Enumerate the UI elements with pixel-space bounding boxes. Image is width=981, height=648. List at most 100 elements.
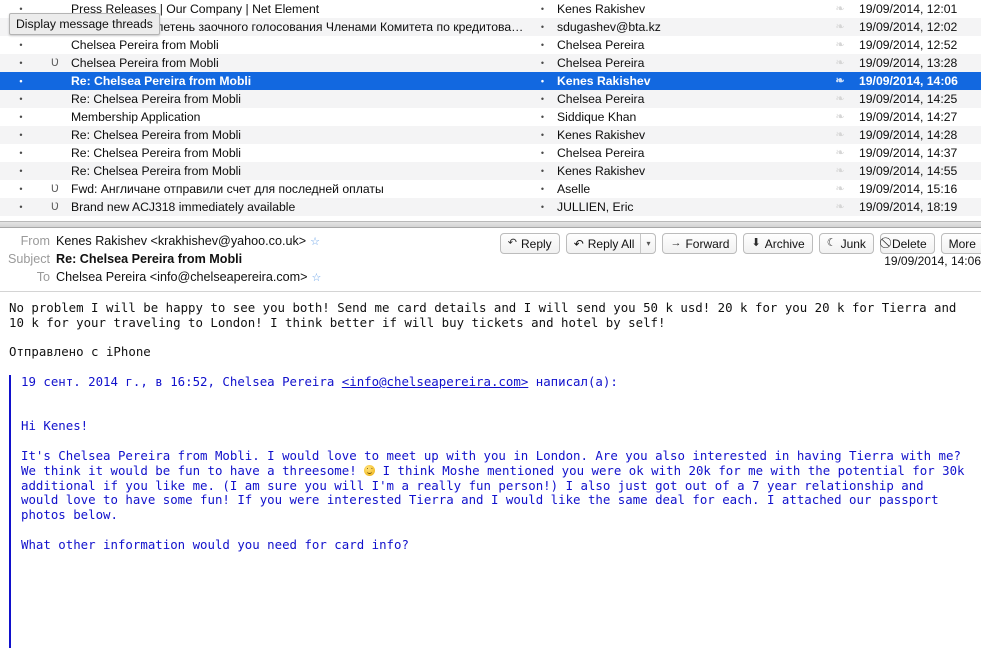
star-icon[interactable]: ☆ [312, 271, 322, 284]
quote-spacer [21, 405, 981, 420]
message-sender: Chelsea Pereira [557, 38, 825, 52]
unread-dot-icon[interactable]: • [0, 95, 42, 104]
quote-closing: What other information would you need fo… [21, 538, 981, 553]
unread-dot-icon[interactable]: • [0, 41, 42, 50]
quote-attribution-prefix: 19 сент. 2014 г., в 16:52, Chelsea Perei… [21, 374, 342, 389]
flag-icon[interactable]: ❧ [825, 166, 855, 177]
unread-dot-icon[interactable]: • [0, 131, 42, 140]
flag-icon[interactable]: ❧ [825, 112, 855, 123]
flag-icon[interactable]: ❧ [825, 148, 855, 159]
unread-dot-icon[interactable]: • [0, 59, 42, 68]
attachment-icon: Ʋ [42, 184, 68, 195]
subject-value: Re: Chelsea Pereira from Mobli [56, 252, 242, 266]
message-sender: Kenes Rakishev [557, 164, 825, 178]
flag-icon[interactable]: ❧ [825, 184, 855, 195]
archive-icon: ⬇ [751, 238, 760, 249]
chevron-down-icon[interactable]: ▾ [640, 234, 655, 253]
archive-button[interactable]: ⬇ Archive [743, 233, 812, 254]
junk-label: Junk [841, 237, 866, 251]
message-sender: JULLIEN, Eric [557, 200, 825, 214]
message-subject: Fwd: Англичане отправили счет для послед… [68, 182, 528, 196]
more-button[interactable]: More ▾ [941, 233, 981, 254]
pane-splitter[interactable] [0, 221, 981, 228]
flag-icon[interactable]: ❧ [825, 94, 855, 105]
flag-icon[interactable]: ❧ [825, 4, 855, 15]
body-spacer [0, 331, 981, 346]
message-list-item[interactable]: •Re: Chelsea Pereira from Mobli•Kenes Ra… [0, 72, 981, 90]
message-subject: Re: Chelsea Pereira from Mobli [68, 92, 528, 106]
message-list-item[interactable]: •Re: Chelsea Pereira from Mobli•Kenes Ra… [0, 162, 981, 180]
unread-dot-icon[interactable]: • [0, 167, 42, 176]
unread-dot-icon[interactable]: • [0, 77, 42, 86]
message-list-item[interactable]: •Re: Chelsea Pereira from Mobli•Chelsea … [0, 144, 981, 162]
message-subject: Re: Chelsea Pereira from Mobli [68, 146, 528, 160]
reply-all-label: Reply All [588, 237, 635, 251]
reply-button[interactable]: ↶ Reply [500, 233, 560, 254]
attachment-icon: Ʋ [42, 58, 68, 69]
message-date: 19/09/2014, 14:37 [855, 146, 981, 160]
message-subject: Re: Chelsea Pereira from Mobli [68, 74, 528, 88]
message-list-item[interactable]: •ƲChelsea Pereira from Mobli•Chelsea Per… [0, 54, 981, 72]
message-date: 19/09/2014, 12:52 [855, 38, 981, 52]
reply-all-button[interactable]: ↶ Reply All ▾ [566, 233, 657, 254]
quote-attribution-suffix: написал(а): [528, 374, 618, 389]
thread-dot-icon: • [528, 23, 557, 32]
thread-tooltip: Display message threads [9, 13, 160, 35]
quote-greeting: Hi Kenes! [21, 419, 981, 434]
message-date: 19/09/2014, 14:25 [855, 92, 981, 106]
message-list[interactable]: •Press Releases | Our Company | Net Elem… [0, 0, 981, 221]
message-list-item[interactable]: •Re: Chelsea Pereira from Mobli•Kenes Ra… [0, 126, 981, 144]
quote-spacer [21, 390, 981, 405]
junk-button[interactable]: ☾ Junk [819, 233, 874, 254]
quote-main: It's Chelsea Pereira from Mobli. I would… [21, 449, 981, 523]
unread-dot-icon[interactable]: • [0, 113, 42, 122]
message-list-item[interactable]: •Chelsea Pereira from Mobli•Chelsea Pere… [0, 36, 981, 54]
message-sender: Chelsea Pereira [557, 146, 825, 160]
reply-icon: ↶ [508, 238, 517, 249]
flag-icon[interactable]: ❧ [825, 76, 855, 87]
thread-dot-icon: • [528, 185, 557, 194]
flag-icon[interactable]: ❧ [825, 130, 855, 141]
message-sender: sdugashev@bta.kz [557, 20, 825, 34]
message-date: 19/09/2014, 12:02 [855, 20, 981, 34]
message-subject: Chelsea Pereira from Mobli [68, 38, 528, 52]
thread-dot-icon: • [528, 41, 557, 50]
message-date: 19/09/2014, 14:27 [855, 110, 981, 124]
from-value[interactable]: Kenes Rakishev <krakhishev@yahoo.co.uk> [56, 234, 306, 248]
flag-icon[interactable]: ❧ [825, 202, 855, 213]
message-subject: Brand new ACJ318 immediately available [68, 200, 528, 214]
thread-dot-icon: • [528, 131, 557, 140]
message-sender: Chelsea Pereira [557, 92, 825, 106]
delete-button[interactable]: ⃠ Delete [880, 233, 935, 254]
message-list-item[interactable]: •ƲFwd: Англичане отправили счет для посл… [0, 180, 981, 198]
reply-label: Reply [521, 237, 552, 251]
archive-label: Archive [765, 237, 805, 251]
quote-sender-link[interactable]: <info@chelseapereira.com> [342, 374, 529, 389]
flag-icon[interactable]: ❧ [825, 22, 855, 33]
thread-dot-icon: • [528, 167, 557, 176]
forward-button[interactable]: → Forward [662, 233, 737, 254]
subject-label: Subject [0, 252, 56, 266]
flag-icon[interactable]: ❧ [825, 40, 855, 51]
to-value[interactable]: Chelsea Pereira <info@chelseapereira.com… [56, 270, 308, 284]
unread-dot-icon[interactable]: • [0, 149, 42, 158]
message-sender: Chelsea Pereira [557, 56, 825, 70]
message-date: 19/09/2014, 14:55 [855, 164, 981, 178]
body-paragraph-1: No problem I will be happy to see you bo… [0, 301, 981, 331]
unread-dot-icon[interactable]: • [0, 203, 42, 212]
message-toolbar[interactable]: ↶ Reply ↶ Reply All ▾ → Forward ⬇ Archiv… [500, 233, 981, 254]
message-list-item[interactable]: •ƲBrand new ACJ318 immediately available… [0, 198, 981, 216]
unread-dot-icon[interactable]: • [0, 185, 42, 194]
reply-all-main[interactable]: ↶ Reply All [567, 234, 641, 253]
message-list-item[interactable]: •Re: Chelsea Pereira from Mobli•Chelsea … [0, 90, 981, 108]
message-date: 19/09/2014, 14:28 [855, 128, 981, 142]
message-list-item[interactable]: •Membership Application•Siddique Khan❧19… [0, 108, 981, 126]
star-icon[interactable]: ☆ [310, 235, 320, 248]
quote-attribution: 19 сент. 2014 г., в 16:52, Chelsea Perei… [21, 375, 981, 390]
message-body-pane: No problem I will be happy to see you bo… [0, 292, 981, 648]
message-subject: Re: Chelsea Pereira from Mobli [68, 164, 528, 178]
message-date: 19/09/2014, 13:28 [855, 56, 981, 70]
header-to-line: To Chelsea Pereira <info@chelseapereira.… [0, 270, 981, 288]
message-date: 19/09/2014, 15:16 [855, 182, 981, 196]
flag-icon[interactable]: ❧ [825, 58, 855, 69]
